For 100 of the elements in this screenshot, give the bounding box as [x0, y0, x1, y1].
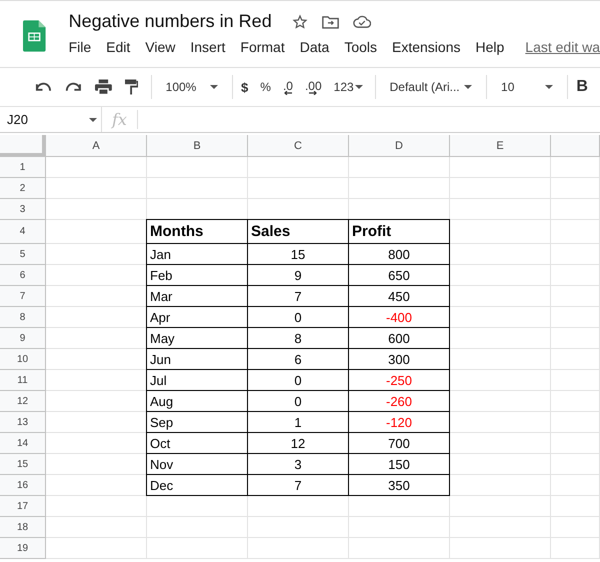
- empty-cell[interactable]: [147, 517, 248, 538]
- percent-format-button[interactable]: %: [260, 75, 271, 99]
- font-dropdown[interactable]: Default (Ari...: [384, 75, 478, 99]
- menu-item[interactable]: Data: [300, 39, 330, 55]
- empty-cell[interactable]: [248, 496, 349, 517]
- empty-cell[interactable]: [551, 307, 600, 328]
- empty-cell[interactable]: [551, 454, 600, 475]
- empty-cell[interactable]: [147, 538, 248, 559]
- row-header[interactable]: 15: [0, 454, 46, 475]
- empty-cell[interactable]: [450, 265, 551, 286]
- empty-cell[interactable]: [450, 433, 551, 454]
- column-header[interactable]: A: [46, 135, 147, 157]
- empty-cell[interactable]: [450, 538, 551, 559]
- empty-cell[interactable]: [551, 538, 600, 559]
- column-header[interactable]: D: [349, 135, 450, 157]
- row-header[interactable]: 9: [0, 328, 46, 349]
- document-title[interactable]: Negative numbers in Red: [68, 11, 272, 32]
- row-header[interactable]: 16: [0, 475, 46, 496]
- empty-cell[interactable]: [551, 286, 600, 307]
- menu-item[interactable]: Extensions: [392, 39, 460, 55]
- row-header[interactable]: 7: [0, 286, 46, 307]
- empty-cell[interactable]: [450, 349, 551, 370]
- empty-cell[interactable]: [551, 220, 600, 244]
- empty-cell[interactable]: [450, 199, 551, 220]
- empty-cell[interactable]: [551, 265, 600, 286]
- empty-cell[interactable]: [147, 496, 248, 517]
- last-edit-link[interactable]: Last edit wa: [525, 39, 600, 55]
- row-header[interactable]: 11: [0, 370, 46, 391]
- empty-cell[interactable]: [450, 475, 551, 496]
- empty-cell[interactable]: [551, 349, 600, 370]
- zoom-dropdown[interactable]: 100%: [160, 75, 224, 99]
- row-header[interactable]: 1: [0, 157, 46, 178]
- empty-cell[interactable]: [450, 517, 551, 538]
- row-header[interactable]: 4: [0, 220, 46, 244]
- empty-cell[interactable]: [551, 496, 600, 517]
- empty-cell[interactable]: [450, 496, 551, 517]
- increase-decimal-button[interactable]: .00: [304, 75, 322, 99]
- empty-cell[interactable]: [551, 475, 600, 496]
- cloud-check-icon[interactable]: [352, 15, 371, 28]
- menu-item[interactable]: View: [145, 39, 176, 55]
- empty-cell[interactable]: [551, 370, 600, 391]
- empty-cell[interactable]: [450, 157, 551, 178]
- menu-item[interactable]: Tools: [344, 39, 377, 55]
- empty-cell[interactable]: [450, 286, 551, 307]
- empty-cell[interactable]: [248, 157, 349, 178]
- empty-cell[interactable]: [551, 412, 600, 433]
- empty-cell[interactable]: [349, 178, 450, 199]
- row-header[interactable]: 8: [0, 307, 46, 328]
- row-header[interactable]: 18: [0, 517, 46, 538]
- row-header[interactable]: 3: [0, 199, 46, 220]
- empty-cell[interactable]: [551, 433, 600, 454]
- number-format-dropdown[interactable]: 123: [334, 75, 363, 99]
- row-header[interactable]: 10: [0, 349, 46, 370]
- undo-icon[interactable]: [35, 82, 52, 92]
- decrease-decimal-button[interactable]: .0: [282, 75, 293, 99]
- row-header[interactable]: 12: [0, 391, 46, 412]
- column-header[interactable]: C: [248, 135, 349, 157]
- menu-item[interactable]: Edit: [106, 39, 130, 55]
- menu-item[interactable]: Format: [240, 39, 285, 55]
- row-header[interactable]: 14: [0, 433, 46, 454]
- empty-cell[interactable]: [450, 220, 551, 244]
- empty-cell[interactable]: [248, 517, 349, 538]
- print-icon[interactable]: [94, 79, 112, 95]
- empty-cell[interactable]: [450, 244, 551, 265]
- paint-format-icon[interactable]: [124, 79, 138, 95]
- folder-icon[interactable]: [322, 14, 339, 28]
- empty-cell[interactable]: [147, 178, 248, 199]
- empty-cell[interactable]: [551, 244, 600, 265]
- empty-cell[interactable]: [551, 328, 600, 349]
- row-header[interactable]: 19: [0, 538, 46, 559]
- row-header[interactable]: 17: [0, 496, 46, 517]
- empty-cell[interactable]: [147, 157, 248, 178]
- name-box[interactable]: J20: [0, 107, 102, 132]
- select-all-corner[interactable]: [0, 135, 46, 157]
- empty-cell[interactable]: [551, 199, 600, 220]
- column-header[interactable]: E: [450, 135, 551, 157]
- empty-cell[interactable]: [248, 538, 349, 559]
- font-size-dropdown[interactable]: 10: [495, 75, 560, 99]
- star-icon[interactable]: [292, 14, 308, 30]
- menu-item[interactable]: Insert: [190, 39, 226, 55]
- menu-item[interactable]: File: [68, 39, 92, 55]
- empty-cell[interactable]: [450, 370, 551, 391]
- empty-cell[interactable]: [450, 412, 551, 433]
- empty-cell[interactable]: [450, 307, 551, 328]
- empty-cell[interactable]: [349, 538, 450, 559]
- row-header[interactable]: 13: [0, 412, 46, 433]
- row-header[interactable]: 6: [0, 265, 46, 286]
- empty-cell[interactable]: [551, 517, 600, 538]
- empty-cell[interactable]: [349, 517, 450, 538]
- empty-cell[interactable]: [349, 157, 450, 178]
- row-header[interactable]: 5: [0, 244, 46, 265]
- empty-cell[interactable]: [450, 328, 551, 349]
- empty-cell[interactable]: [551, 157, 600, 178]
- empty-cell[interactable]: [450, 178, 551, 199]
- empty-cell[interactable]: [551, 391, 600, 412]
- row-header[interactable]: 2: [0, 178, 46, 199]
- empty-cell[interactable]: [450, 391, 551, 412]
- column-header[interactable]: B: [147, 135, 248, 157]
- empty-cell[interactable]: [349, 496, 450, 517]
- currency-format-button[interactable]: $: [241, 75, 248, 99]
